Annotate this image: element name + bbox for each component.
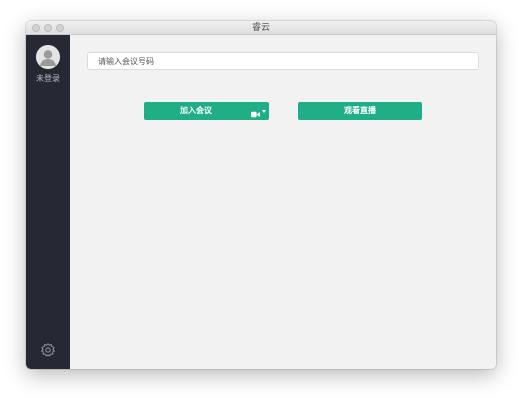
- meeting-number-input[interactable]: [87, 52, 479, 70]
- login-status-label[interactable]: 未登录: [26, 74, 70, 84]
- join-options-dropdown[interactable]: [248, 102, 269, 120]
- join-meeting-label: 加入会议: [180, 106, 212, 115]
- watch-live-label: 观看直播: [344, 106, 376, 115]
- user-avatar-icon[interactable]: [36, 45, 60, 69]
- watch-live-button[interactable]: 观看直播: [298, 102, 422, 120]
- chevron-down-icon: [262, 110, 266, 113]
- app-window: 睿云 未登录 加入会议: [26, 21, 496, 369]
- join-meeting-button[interactable]: 加入会议: [144, 102, 248, 120]
- gear-icon[interactable]: [40, 342, 56, 358]
- main-panel: 加入会议 观看直播: [70, 35, 496, 369]
- video-camera-icon: [251, 107, 260, 125]
- title-bar[interactable]: 睿云: [26, 21, 496, 35]
- sidebar: 未登录: [26, 35, 70, 369]
- window-title: 睿云: [251, 23, 270, 33]
